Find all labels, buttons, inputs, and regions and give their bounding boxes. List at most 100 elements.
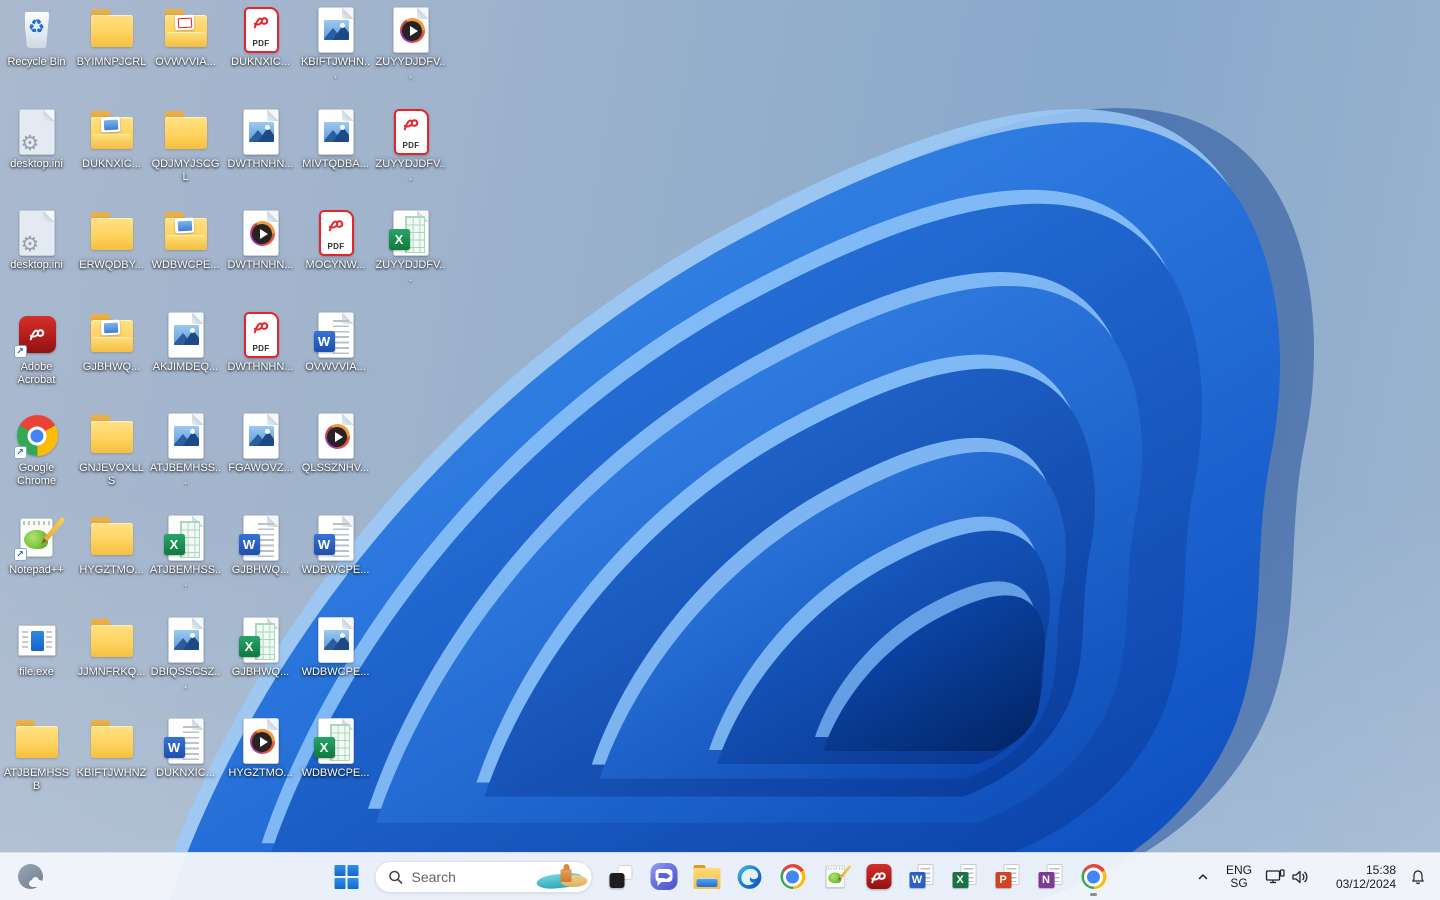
desktop-icon-label: KBIFTJWHN... [300, 56, 372, 82]
folder-icon [88, 616, 136, 664]
taskbar-button-edge[interactable] [730, 856, 770, 898]
desktop-icon-jjmnfrkq-[interactable]: JJMNFRKQ... [75, 616, 148, 679]
taskbar-button-powerpoint[interactable]: P [988, 856, 1028, 898]
desktop-icon-erwqdby-[interactable]: ERWQDBY... [75, 209, 148, 272]
folder-icon [88, 6, 136, 54]
desktop-icon-desktop-ini[interactable]: ⚙desktop.ini [0, 209, 73, 272]
desktop-icon-hygztmo-[interactable]: HYGZTMO... [75, 514, 148, 577]
notification-bell-button[interactable] [1402, 856, 1434, 898]
bell-icon [1410, 869, 1426, 885]
exe-icon [13, 616, 61, 664]
taskbar-button-acrobat[interactable] [859, 856, 899, 898]
tray-chevron-button[interactable] [1188, 856, 1218, 898]
desktop-icon-atjbemhss-[interactable]: XATJBEMHSS... [149, 514, 222, 590]
shortcut-arrow-icon: ↗ [14, 345, 27, 358]
desktop-icon-zuyydjdfv-[interactable]: XZUYYDJDFV... [374, 209, 447, 285]
desktop-icon-label: MIVTQDBA... [302, 158, 369, 171]
media-icon [237, 209, 285, 257]
desktop-icon-wdbwcpe-[interactable]: WWDBWCPE... [299, 514, 372, 577]
search-placeholder: Search [412, 869, 456, 885]
chrome-icon: ↗ [13, 412, 61, 460]
desktop-icon-dwthnhn-[interactable]: PDFDWTHNHN... [224, 311, 297, 374]
ini-icon: ⚙ [13, 209, 61, 257]
desktop-icon-akjimdeq-[interactable]: AKJIMDEQ... [149, 311, 222, 374]
taskbar-button-task-view[interactable] [601, 856, 641, 898]
desktop-icon-gjbhwq-[interactable]: WGJBHWQ... [224, 514, 297, 577]
desktop-icon-desktop-ini[interactable]: ⚙desktop.ini [0, 108, 73, 171]
desktop-icon-duknxic-[interactable]: DUKNXIC... [75, 108, 148, 171]
image-icon [237, 108, 285, 156]
desktop-icon-gjbhwq-[interactable]: XGJBHWQ... [224, 616, 297, 679]
taskbar-button-chat[interactable] [644, 856, 684, 898]
taskbar-button-excel[interactable]: X [945, 856, 985, 898]
desktop-icon-dwthnhn-[interactable]: DWTHNHN... [224, 108, 297, 171]
desktop-icon-label: DWTHNHN... [228, 361, 294, 374]
media-icon [312, 412, 360, 460]
desktop-icon-label: GJBHWQ... [232, 666, 289, 679]
desktop-icon-file-exe[interactable]: file.exe [0, 616, 73, 679]
taskbar-button-onenote[interactable]: N [1031, 856, 1071, 898]
desktop-icon-ovwvvia-[interactable]: WOVWVVIA... [299, 311, 372, 374]
excel-icon: X [952, 864, 977, 889]
desktop-icon-byimnpjcrl[interactable]: BYIMNPJCRL [75, 6, 148, 69]
folder-icon [88, 412, 136, 460]
taskbar-button-file-explorer[interactable] [687, 856, 727, 898]
desktop-icon-zuyydjdfv-[interactable]: ZUYYDJDFV... [374, 6, 447, 82]
desktop-icon-qlssznhv-[interactable]: QLSSZNHV... [299, 412, 372, 475]
taskbar-button-chrome[interactable] [773, 856, 813, 898]
clock-time: 15:38 [1366, 863, 1396, 877]
language-line1: ENG [1226, 864, 1252, 877]
language-indicator[interactable]: ENG SG [1220, 856, 1258, 898]
system-tray-button[interactable] [1260, 856, 1314, 898]
desktop-icon-label: MOCYNW... [306, 259, 366, 272]
desktop-icon-wdbwcpe-[interactable]: WDBWCPE... [149, 209, 222, 272]
image-icon [312, 108, 360, 156]
desktop-icon-mivtqdba-[interactable]: MIVTQDBA... [299, 108, 372, 171]
word-icon: W [162, 717, 210, 765]
volume-icon [1291, 869, 1309, 885]
folder-icon [162, 108, 210, 156]
taskbar-button-word[interactable]: W [902, 856, 942, 898]
chevron-up-icon [1196, 870, 1210, 884]
desktop-icon-fgawovz-[interactable]: FGAWOVZ... [224, 412, 297, 475]
desktop-icon-atjbemhss-[interactable]: ATJBEMHSS... [149, 412, 222, 488]
desktop-icon-label: ATJBEMHSSB [1, 767, 73, 793]
desktop-icon-label: ZUYYDJDFV... [375, 158, 447, 184]
start-button[interactable] [327, 856, 367, 898]
desktop-icon-recycle-bin[interactable]: ♻Recycle Bin [0, 6, 73, 69]
desktop-icon-notepad++[interactable]: ↗Notepad++ [0, 514, 73, 577]
desktop-icon-kbiftjwhn-[interactable]: KBIFTJWHN... [299, 6, 372, 82]
widgets-weather-button[interactable] [10, 856, 50, 898]
desktop-icon-duknxic-[interactable]: WDUKNXIC... [149, 717, 222, 780]
clock-button[interactable]: 15:38 03/12/2024 [1316, 856, 1400, 898]
recycle-icon: ♻ [13, 6, 61, 54]
desktop-icon-dbiqsscsz-[interactable]: DBIQSSCSZ... [149, 616, 222, 692]
acrobat-icon [866, 864, 891, 889]
search-input[interactable]: Search [375, 861, 593, 893]
desktop-icon-label: HYGZTMO... [228, 767, 292, 780]
pdf-icon: PDF [387, 108, 435, 156]
taskbar-button-notepad-plus-plus[interactable] [816, 856, 856, 898]
desktop-icon-hygztmo-[interactable]: HYGZTMO... [224, 717, 297, 780]
desktop-icon-google-chrome[interactable]: ↗Google Chrome [0, 412, 73, 488]
desktop-icon-adobe-acrobat[interactable]: ↗Adobe Acrobat [0, 311, 73, 387]
desktop-icon-kbiftjwhnz[interactable]: KBIFTJWHNZ [75, 717, 148, 780]
folder-pdf-icon [162, 6, 210, 54]
desktop-icon-wdbwcpe-[interactable]: WDBWCPE... [299, 616, 372, 679]
desktop-icon-atjbemhssb[interactable]: ATJBEMHSSB [0, 717, 73, 793]
desktop-icon-label: ATJBEMHSS... [150, 564, 222, 590]
desktop-icon-wdbwcpe-[interactable]: XWDBWCPE... [299, 717, 372, 780]
desktop-icon-mocynw-[interactable]: PDFMOCYNW... [299, 209, 372, 272]
taskbar-button-chrome-running[interactable] [1074, 856, 1114, 898]
word-icon: W [312, 514, 360, 562]
desktop-icon-duknxic-[interactable]: PDFDUKNXIC... [224, 6, 297, 69]
desktop-icon-dwthnhn-[interactable]: DWTHNHN... [224, 209, 297, 272]
desktop-icon-ovwvvia-[interactable]: OVWVVIA... [149, 6, 222, 69]
media-icon [387, 6, 435, 54]
image-icon [237, 412, 285, 460]
desktop-icon-zuyydjdfv-[interactable]: PDFZUYYDJDFV... [374, 108, 447, 184]
desktop-icon-qdjmyjscgl[interactable]: QDJMYJSCGL [149, 108, 222, 184]
desktop-icon-gjbhwq-[interactable]: GJBHWQ... [75, 311, 148, 374]
desktop-icon-gnjevoxlls[interactable]: GNJEVOXLLS [75, 412, 148, 488]
folder-icon [88, 717, 136, 765]
